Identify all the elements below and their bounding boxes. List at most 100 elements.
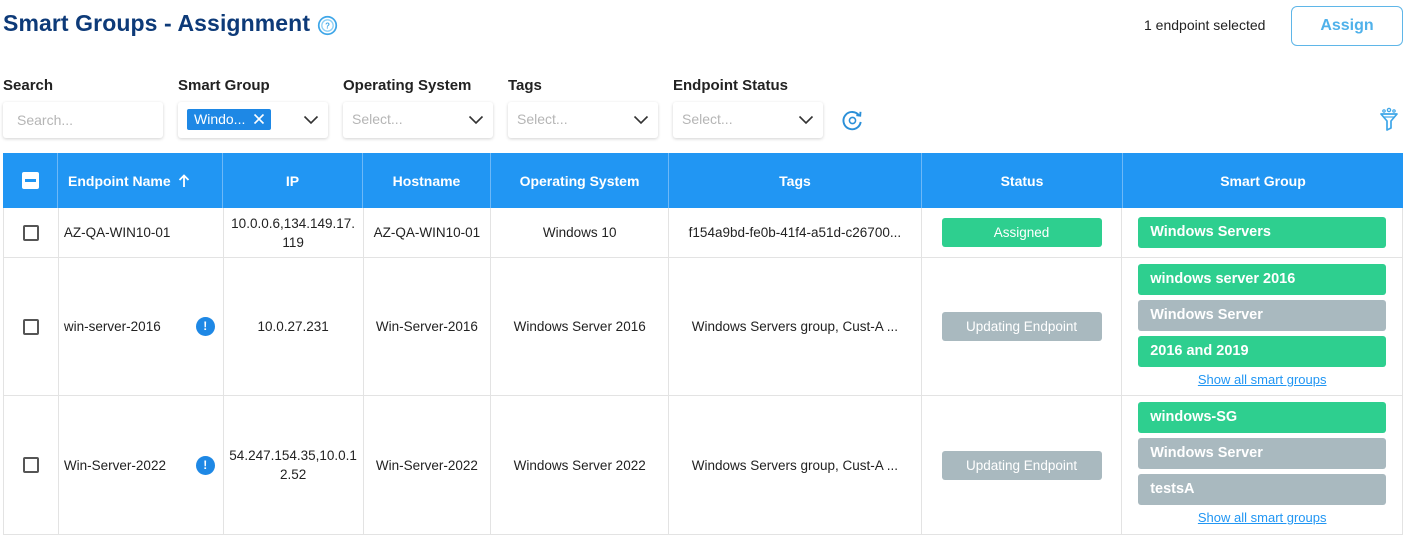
smart-group-pill: testsA <box>1138 474 1387 505</box>
smart-group-pill: Windows Server <box>1138 438 1387 469</box>
ip-cell: 10.0.27.231 <box>224 258 364 395</box>
refresh-icon[interactable] <box>840 108 865 133</box>
os-placeholder: Select... <box>352 111 403 127</box>
header-select-all <box>3 153 58 208</box>
smart-group-cell: windows server 2016 Windows Server 2016 … <box>1122 258 1402 395</box>
ip-cell: 10.0.0.6,134.149.17.119 <box>224 208 364 257</box>
show-all-smart-groups-link[interactable]: Show all smart groups <box>1198 370 1327 389</box>
hostname-cell: Win-Server-2016 <box>364 258 492 395</box>
status-cell: Updating Endpoint <box>922 258 1123 395</box>
column-header-status[interactable]: Status <box>922 153 1123 208</box>
tags-select[interactable]: Select... <box>508 102 658 138</box>
table-row[interactable]: Win-Server-2022 ! 54.247.154.35,10.0.12.… <box>3 396 1403 535</box>
ip-value: 54.247.154.35,10.0.12.52 <box>229 448 357 482</box>
hostname-value: AZ-QA-WIN10-01 <box>373 225 481 240</box>
column-label: Hostname <box>392 172 461 189</box>
tags-cell: Windows Servers group, Cust-A ... <box>669 258 922 395</box>
os-value: Windows 10 <box>542 225 617 240</box>
hostname-value: Win-Server-2022 <box>375 457 478 473</box>
close-icon[interactable] <box>253 113 265 125</box>
endpoint-name: AZ-QA-WIN10-01 <box>63 225 171 240</box>
svg-text:?: ? <box>325 21 330 30</box>
column-header-ip[interactable]: IP <box>223 153 363 208</box>
smart-group-pill: Windows Servers <box>1138 217 1387 248</box>
show-all-smart-groups-link[interactable]: Show all smart groups <box>1198 508 1327 527</box>
tags-value: f154a9bd-fe0b-41f4-a51d-c26700... <box>688 225 902 240</box>
row-checkbox[interactable] <box>22 318 39 335</box>
os-cell: Windows 10 <box>491 208 670 257</box>
search-placeholder: Search... <box>17 112 74 128</box>
column-label: Status <box>1000 172 1044 189</box>
status-badge: Updating Endpoint <box>941 450 1102 480</box>
help-circle-icon[interactable]: ? <box>317 15 338 36</box>
os-select[interactable]: Select... <box>343 102 493 138</box>
status-badge: Assigned <box>941 218 1102 247</box>
row-select-cell <box>4 208 59 257</box>
column-header-hostname[interactable]: Hostname <box>363 153 491 208</box>
tags-cell: f154a9bd-fe0b-41f4-a51d-c26700... <box>669 208 922 257</box>
chevron-down-icon[interactable] <box>798 112 814 128</box>
smart-group-label: Smart Group <box>178 77 270 94</box>
ip-cell: 54.247.154.35,10.0.12.52 <box>224 396 364 534</box>
row-checkbox[interactable] <box>22 224 39 241</box>
smart-group-cell: windows-SG Windows Server testsA Show al… <box>1122 396 1402 534</box>
os-label: Operating System <box>343 77 472 94</box>
assign-button[interactable]: Assign <box>1291 6 1403 46</box>
ip-value: 10.0.0.6,134.149.17.119 <box>231 215 356 250</box>
endpoint-status-label: Endpoint Status <box>673 77 788 94</box>
endpoint-name-cell: Win-Server-2022 ! <box>59 396 224 534</box>
chevron-down-icon[interactable] <box>468 112 484 128</box>
tags-placeholder: Select... <box>517 111 568 127</box>
os-cell: Windows Server 2016 <box>491 258 670 395</box>
chevron-down-icon[interactable] <box>633 112 649 128</box>
smart-group-pill: windows server 2016 <box>1138 264 1387 295</box>
search-input[interactable]: Search... <box>3 102 163 138</box>
tags-label: Tags <box>508 77 542 94</box>
status-cell: Updating Endpoint <box>922 396 1123 534</box>
column-label: Smart Group <box>1220 172 1306 189</box>
page-header: Smart Groups - Assignment ? <box>3 10 338 37</box>
select-all-checkbox[interactable] <box>21 172 39 189</box>
selected-count: 1 endpoint selected <box>1144 17 1266 33</box>
info-icon[interactable]: ! <box>195 317 215 336</box>
column-header-operating-system[interactable]: Operating System <box>491 153 669 208</box>
hostname-value: Win-Server-2016 <box>375 319 478 334</box>
smart-group-pill: windows-SG <box>1138 402 1387 433</box>
page-title: Smart Groups - Assignment <box>3 10 311 36</box>
table-row[interactable]: AZ-QA-WIN10-01 10.0.0.6,134.149.17.119 A… <box>3 208 1403 258</box>
filter-icon[interactable] <box>1378 107 1400 133</box>
column-header-tags[interactable]: Tags <box>669 153 922 208</box>
smart-group-chip: Windo... <box>187 109 272 130</box>
status-cell: Assigned <box>922 208 1123 257</box>
table-row[interactable]: win-server-2016 ! 10.0.27.231 Win-Server… <box>3 258 1403 396</box>
arrow-up-icon[interactable] <box>178 173 190 188</box>
search-label: Search <box>3 77 54 94</box>
smart-group-cell: Windows Servers <box>1122 208 1402 257</box>
os-cell: Windows Server 2022 <box>491 396 670 534</box>
column-header-endpoint-name[interactable]: Endpoint Name <box>58 153 223 208</box>
smart-group-select[interactable]: Windo... <box>178 102 328 138</box>
endpoints-table: Endpoint Name IP Hostname Operating Syst… <box>3 153 1403 535</box>
column-label: Endpoint Name <box>68 172 171 189</box>
hostname-cell: AZ-QA-WIN10-01 <box>364 208 492 257</box>
smart-group-pill: 2016 and 2019 <box>1138 336 1387 367</box>
column-label: Operating System <box>519 172 640 189</box>
column-label: IP <box>285 172 300 189</box>
tags-cell: Windows Servers group, Cust-A ... <box>669 396 922 534</box>
endpoint-status-placeholder: Select... <box>682 111 733 127</box>
tags-value: Windows Servers group, Cust-A ... <box>691 457 899 473</box>
endpoint-name: win-server-2016 <box>63 319 161 334</box>
endpoint-status-select[interactable]: Select... <box>673 102 823 138</box>
table-header: Endpoint Name IP Hostname Operating Syst… <box>3 153 1403 208</box>
row-checkbox[interactable] <box>22 457 39 473</box>
os-value: Windows Server 2016 <box>513 319 646 334</box>
chip-label: Windo... <box>194 111 246 127</box>
smart-group-pill: Windows Server <box>1138 300 1387 331</box>
os-value: Windows Server 2022 <box>513 457 646 473</box>
tags-value: Windows Servers group, Cust-A ... <box>691 319 899 334</box>
chevron-down-icon[interactable] <box>303 112 319 128</box>
column-label: Tags <box>779 172 811 189</box>
info-icon[interactable]: ! <box>195 455 215 475</box>
column-header-smart-group[interactable]: Smart Group <box>1123 153 1403 208</box>
row-select-cell <box>4 396 59 534</box>
